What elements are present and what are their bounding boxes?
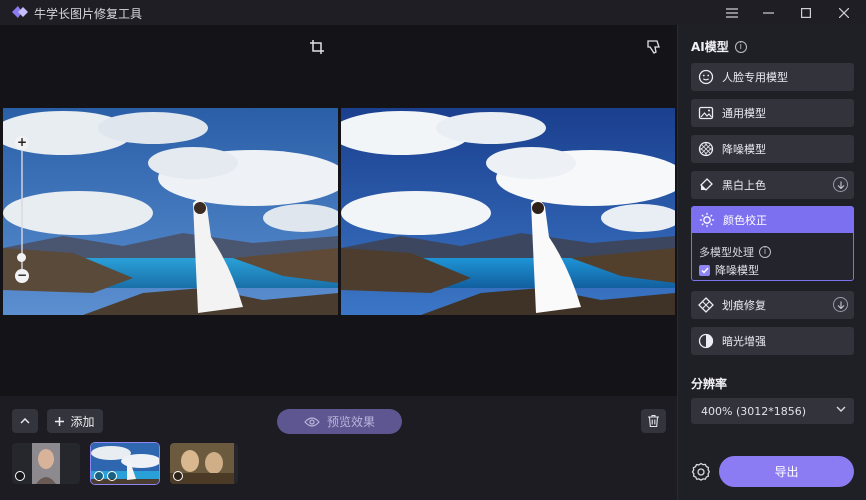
model-denoise-label: 降噪模型 (722, 143, 766, 156)
zoom-in-icon[interactable]: + (15, 136, 29, 150)
model-low-light[interactable]: 暗光增强 (691, 327, 854, 355)
thumbnail-landscape[interactable] (90, 442, 160, 485)
trash-icon (648, 415, 659, 427)
model-low-light-label: 暗光增强 (722, 335, 766, 348)
right-panel: AI模型 i 人脸专用模型 通用模型 降噪模型 黑白上色 颜色校正 多模型处理 … (677, 25, 866, 500)
model-general-label: 通用模型 (722, 107, 766, 120)
image-icon (698, 105, 714, 121)
status-icon (173, 471, 183, 481)
denoise-checkbox-label: 降噪模型 (715, 264, 759, 277)
model-scratch-repair[interactable]: 划痕修复 (691, 291, 854, 319)
info-icon[interactable]: i (734, 40, 747, 53)
checkbox-checked-icon[interactable] (699, 264, 710, 276)
preview-effect-label: 预览效果 (326, 415, 375, 429)
ai-model-title: AI模型 (691, 40, 729, 54)
title-bar: 牛学长图片修复工具 (0, 0, 866, 25)
resolution-value: 400% (3012*1856) (701, 404, 807, 418)
zoom-out-icon[interactable]: − (15, 269, 29, 283)
collapse-button[interactable] (12, 409, 38, 433)
export-button-label: 导出 (774, 465, 799, 479)
chevron-down-icon (836, 406, 846, 412)
resolution-title: 分辨率 (691, 377, 728, 391)
app-logo-icon (12, 6, 28, 18)
close-icon[interactable] (824, 0, 864, 25)
gear-icon[interactable] (691, 462, 711, 482)
dislike-icon[interactable] (646, 39, 662, 55)
delete-button[interactable] (641, 409, 666, 433)
scratch-icon (698, 297, 714, 313)
sun-icon (94, 471, 104, 481)
resolution-select[interactable]: 400% (3012*1856) (691, 398, 854, 424)
processed-image (341, 108, 675, 315)
original-image (3, 108, 338, 315)
chevron-down-icon[interactable] (833, 177, 848, 192)
denoise-icon (698, 141, 714, 157)
thumbnail-portrait[interactable] (12, 443, 80, 484)
info-icon[interactable]: i (759, 246, 771, 258)
model-face[interactable]: 人脸专用模型 (691, 63, 854, 91)
sun-icon (699, 212, 715, 228)
minimize-icon[interactable] (748, 0, 788, 25)
thumbnail-group[interactable] (170, 443, 238, 484)
multi-model-label: 多模型处理 (699, 246, 754, 259)
model-colorize-label: 黑白上色 (722, 179, 766, 192)
export-button[interactable]: 导出 (719, 456, 854, 487)
model-face-label: 人脸专用模型 (722, 71, 788, 84)
app-title: 牛学长图片修复工具 (34, 7, 143, 21)
model-color-correction-label: 颜色校正 (723, 214, 767, 227)
thumbnail-strip: 添加 预览效果 (0, 396, 677, 500)
model-color-correction-header[interactable]: 颜色校正 (692, 207, 853, 233)
colorize-icon (698, 177, 714, 193)
ai-model-heading: AI模型 i (691, 38, 747, 55)
add-button[interactable]: 添加 (47, 409, 103, 433)
multi-model-row: 多模型处理 i (699, 244, 771, 260)
model-colorize[interactable]: 黑白上色 (691, 171, 854, 199)
zoom-slider-handle[interactable] (17, 253, 26, 262)
denoise-icon (107, 471, 117, 481)
denoise-checkbox-row[interactable]: 降噪模型 (699, 262, 759, 278)
plus-icon (55, 416, 65, 426)
preview-canvas: + − (0, 25, 677, 396)
crop-icon[interactable] (309, 39, 325, 55)
face-icon (698, 69, 714, 85)
menu-icon[interactable] (712, 0, 752, 25)
maximize-icon[interactable] (786, 0, 826, 25)
chevron-down-icon[interactable] (833, 297, 848, 312)
model-denoise[interactable]: 降噪模型 (691, 135, 854, 163)
status-icon (15, 471, 25, 481)
contrast-icon (698, 333, 714, 349)
model-color-correction[interactable]: 颜色校正 多模型处理 i 降噪模型 (691, 206, 854, 281)
chevron-up-icon (20, 418, 30, 424)
preview-effect-button[interactable]: 预览效果 (277, 409, 402, 434)
model-general[interactable]: 通用模型 (691, 99, 854, 127)
eye-icon (304, 416, 320, 427)
model-scratch-repair-label: 划痕修复 (722, 299, 766, 312)
add-button-label: 添加 (70, 414, 95, 429)
